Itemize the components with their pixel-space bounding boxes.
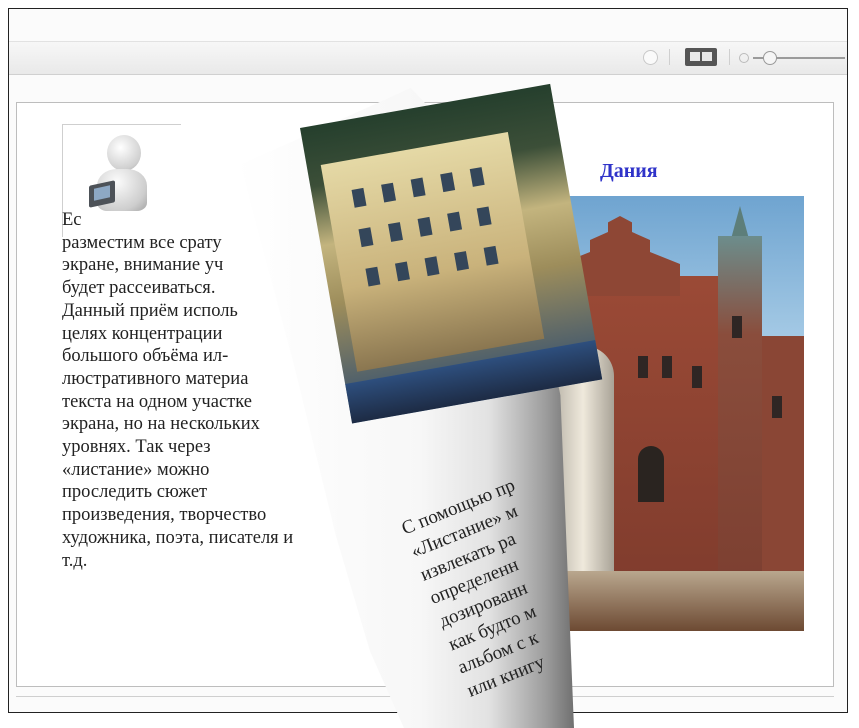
viewer-toolbar — [9, 41, 847, 75]
denmark-photo — [542, 196, 804, 631]
right-page-title: Дания — [600, 160, 658, 182]
zoom-slider-knob[interactable] — [763, 51, 777, 65]
toolbar-divider — [729, 49, 730, 65]
circle-toggle-icon[interactable] — [643, 50, 658, 65]
zoom-small-icon[interactable] — [739, 53, 749, 63]
person-head — [107, 135, 141, 171]
bottom-divider — [16, 696, 834, 697]
toolbar-divider — [669, 49, 670, 65]
two-page-view-icon[interactable] — [685, 48, 717, 66]
left-page-text: Ес разместим все срату экране, внимание … — [62, 210, 294, 571]
